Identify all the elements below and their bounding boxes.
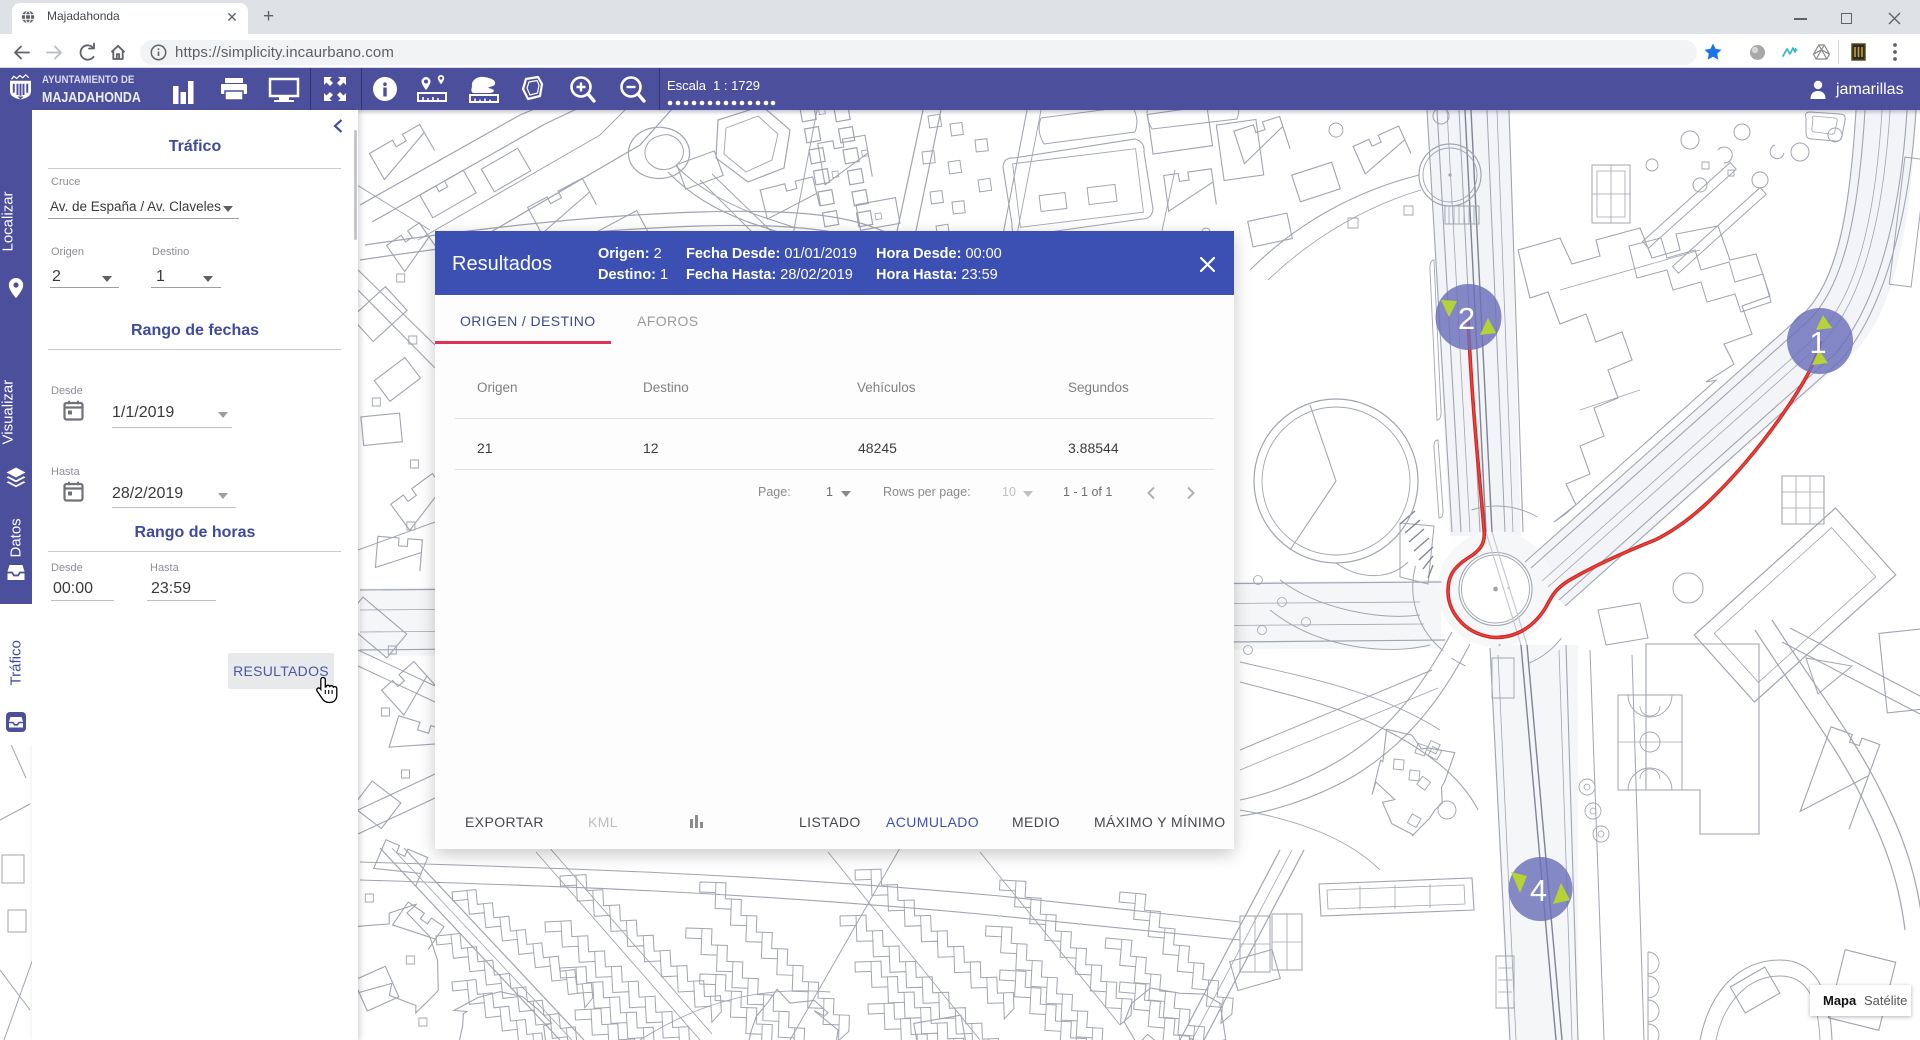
svg-text:4: 4 (1530, 873, 1547, 908)
svg-text:2: 2 (1458, 301, 1475, 336)
svg-text:1: 1 (1809, 325, 1826, 360)
